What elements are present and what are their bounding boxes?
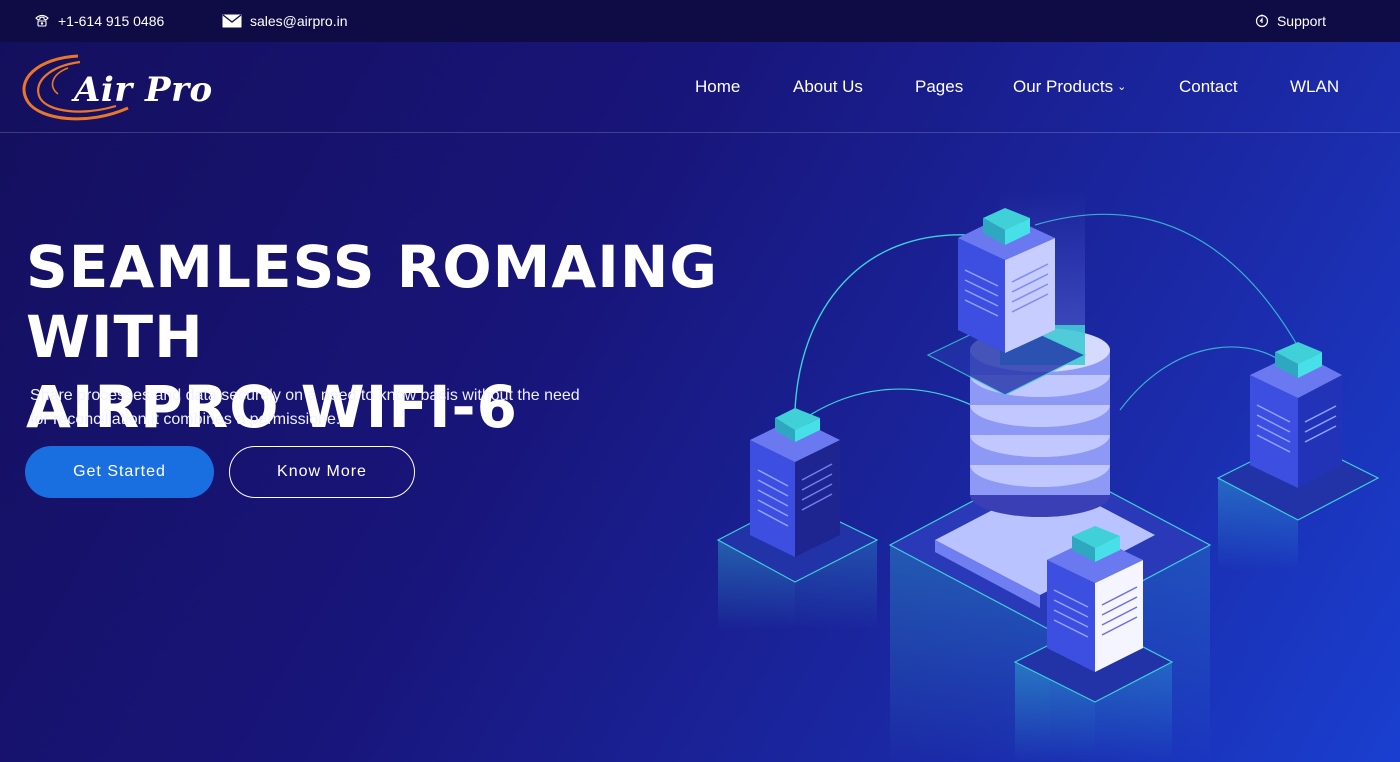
- phone-number[interactable]: +1-614 915 0486: [58, 13, 164, 29]
- server-network-illustration: [700, 190, 1400, 762]
- airpro-logo[interactable]: Air Pro: [18, 50, 218, 126]
- top-contact-bar: +1-614 915 0486 sales@airpro.in Support: [0, 0, 1400, 42]
- hero-description-line-1: Share processes and data securely on a n…: [30, 387, 580, 404]
- isometric-servers-graphic: [716, 190, 1380, 762]
- nav-item-pages[interactable]: Pages: [915, 77, 963, 97]
- phone-contact[interactable]: +1-614 915 0486: [34, 0, 164, 42]
- know-more-button[interactable]: Know More: [229, 446, 415, 498]
- email-contact[interactable]: sales@airpro.in: [222, 0, 347, 42]
- chevron-down-icon: ⌄: [1117, 81, 1127, 93]
- nav-item-home[interactable]: Home: [695, 77, 740, 97]
- envelope-icon: [222, 14, 242, 28]
- nav-item-our-products-label: Our Products: [1013, 77, 1114, 96]
- nav-item-our-products[interactable]: Our Products ⌄: [1013, 77, 1126, 97]
- nav-item-wlan[interactable]: WLAN: [1290, 77, 1339, 97]
- get-started-button[interactable]: Get Started: [25, 446, 214, 498]
- main-navbar: Air Pro Home About Us Pages Our Products…: [0, 42, 1400, 133]
- server-tower-left: [750, 408, 840, 557]
- hero-description-line-2: for reconciliation it combines a permiss…: [30, 411, 341, 428]
- nav-item-about-us[interactable]: About Us: [793, 77, 863, 97]
- nav-item-contact[interactable]: Contact: [1179, 77, 1238, 97]
- phone-icon: [34, 14, 50, 28]
- support-label[interactable]: Support: [1277, 13, 1326, 29]
- logo-text: Air Pro: [74, 70, 213, 110]
- support-link[interactable]: Support: [1255, 0, 1326, 42]
- server-tower-right: [1250, 342, 1342, 488]
- support-icon: [1255, 14, 1269, 28]
- hero-description: Share processes and data securely on a n…: [30, 384, 650, 432]
- email-address[interactable]: sales@airpro.in: [250, 13, 347, 29]
